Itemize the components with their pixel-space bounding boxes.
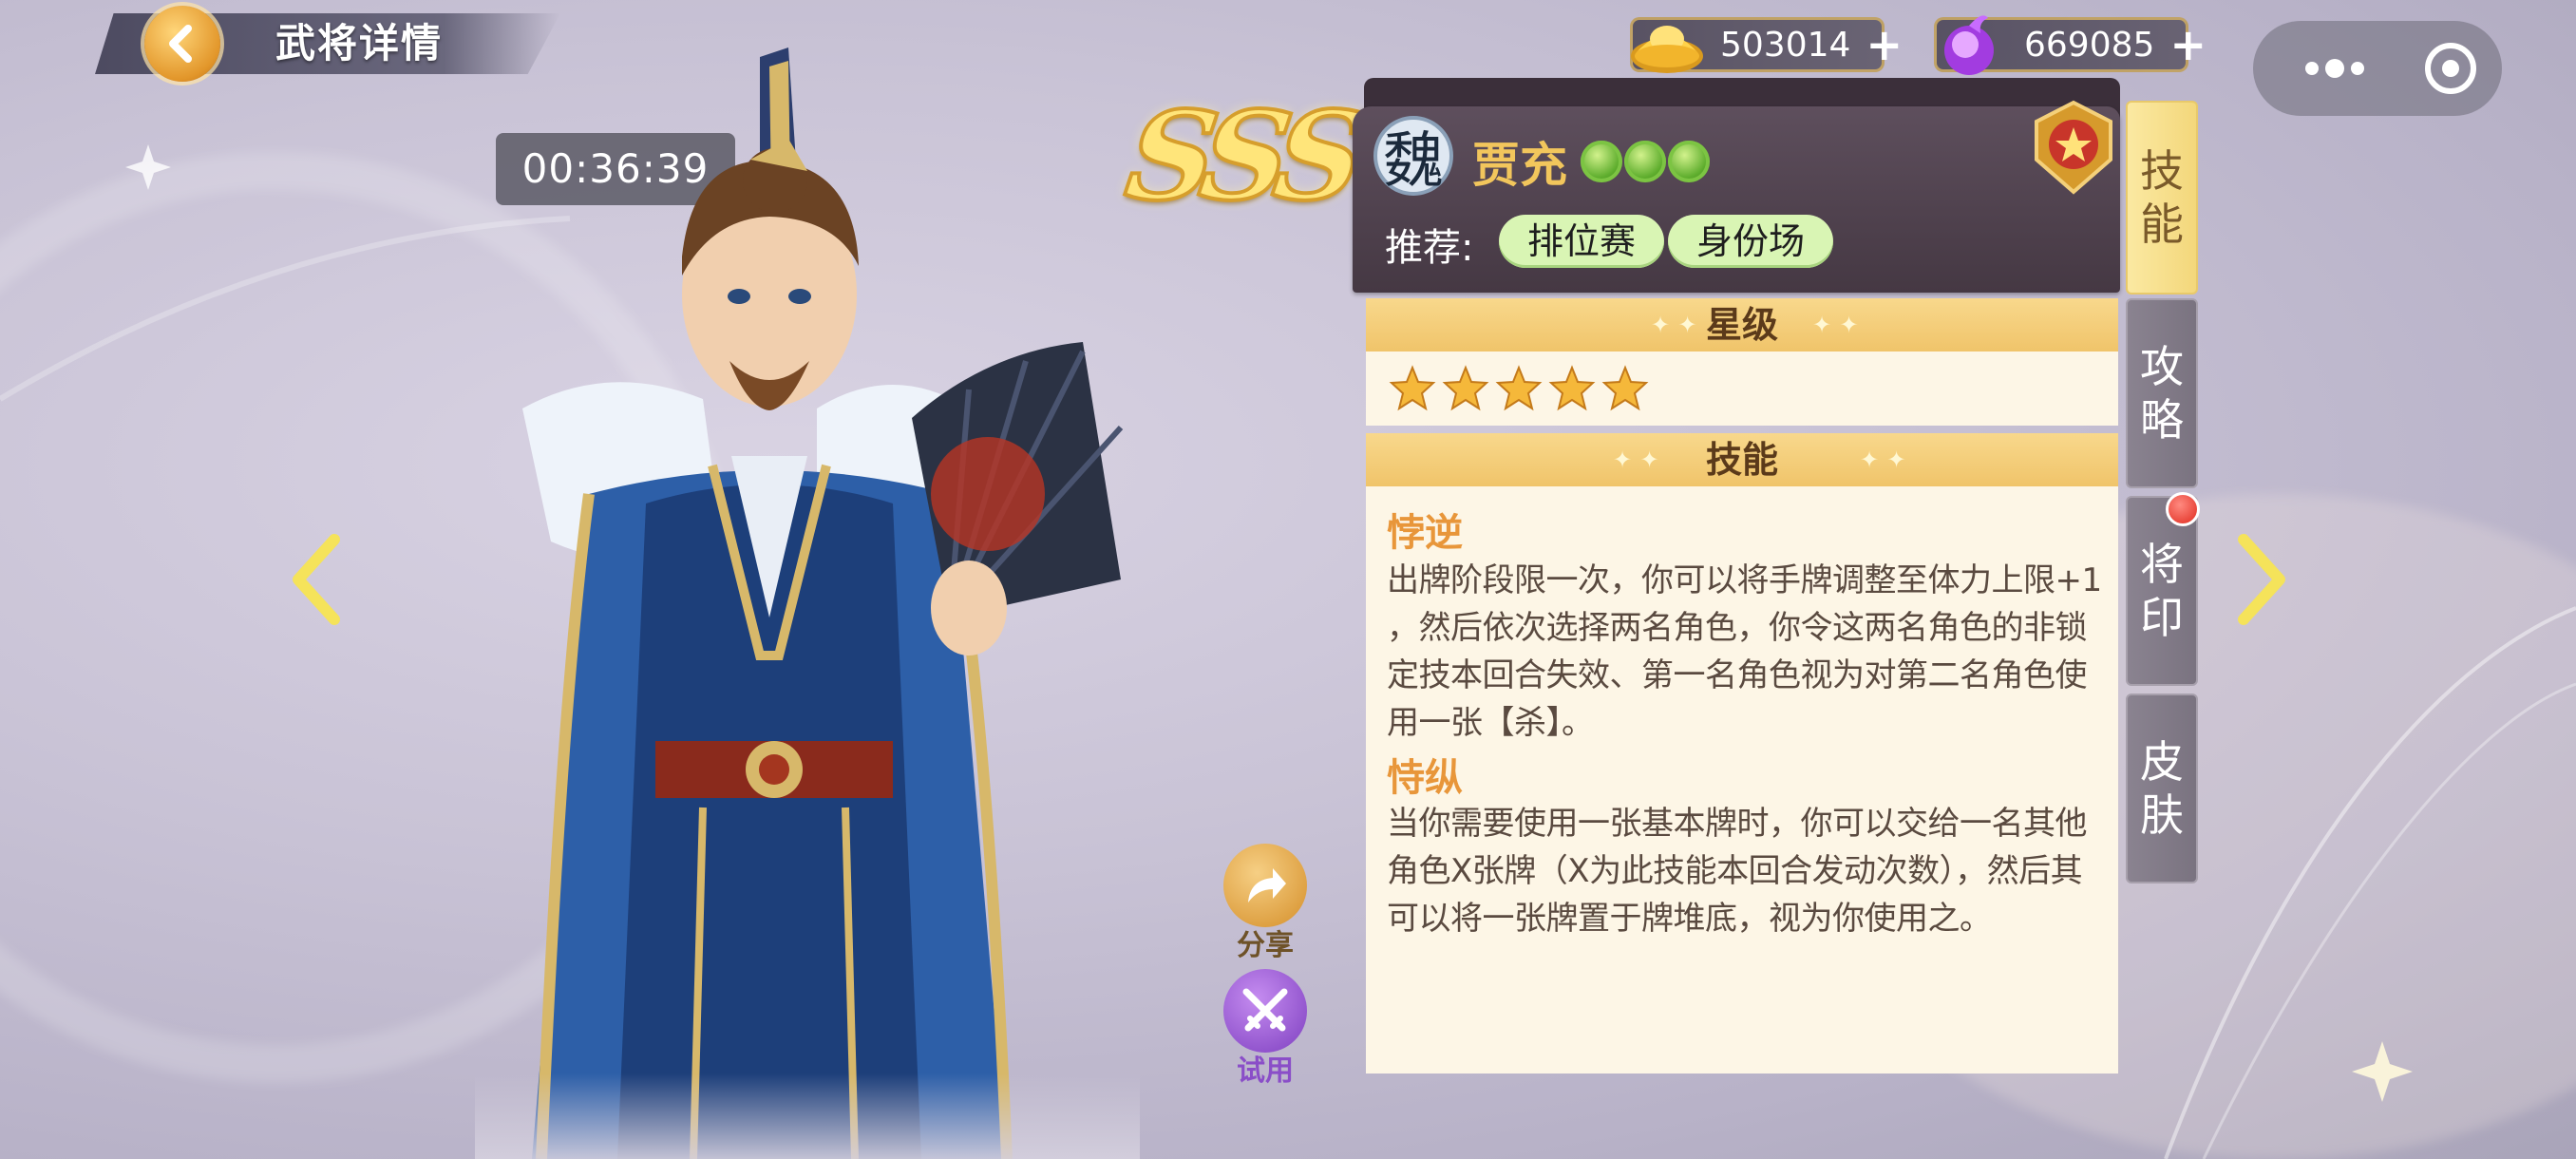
star-icon <box>1548 365 1596 411</box>
medal-icon <box>2035 100 2112 195</box>
star-icon <box>1442 365 1489 411</box>
gold-amount: 503014 <box>1720 25 1851 65</box>
skill-desc-line: 当你需要使用一张基本牌时，你可以交给一名其他 <box>1387 805 2088 843</box>
recommend-tag-identity[interactable]: 身份场 <box>1668 215 1834 268</box>
close-target-icon[interactable] <box>2422 40 2479 97</box>
skill-desc-line: 角色X张牌（X为此技能本回合发动次数），然后其 <box>1387 852 2083 890</box>
share-arrow-icon <box>1248 868 1286 902</box>
notification-dot <box>2166 492 2200 526</box>
recommend-label: 推荐: <box>1385 226 1474 270</box>
skill-name: 恃纵 <box>1387 756 1463 800</box>
add-gold-button[interactable]: + <box>1866 23 1903 66</box>
star-icon <box>1495 365 1543 411</box>
rank-badge: SSS <box>1116 84 1364 230</box>
crossed-swords-icon <box>1242 988 1288 1032</box>
star-icon <box>1389 365 1436 411</box>
skill-desc-line: 可以将一张牌置于牌堆底，视为你使用之。 <box>1387 900 1992 938</box>
skill-description: 当你需要使用一张基本牌时，你可以交给一名其他 角色X张牌（X为此技能本回合发动次… <box>1387 800 2109 942</box>
skills-section-header: ✦ ✦ 技能 ✦ ✦ <box>1366 433 2118 486</box>
general-name: 贾充 <box>1472 138 1567 193</box>
gem-amount: 669085 <box>2024 25 2155 65</box>
share-button[interactable]: 分享 <box>1220 844 1311 963</box>
back-arrow-icon <box>169 25 192 63</box>
kingdom-char: 魏 <box>1383 126 1444 197</box>
more-icon[interactable] <box>2302 53 2369 84</box>
star-icon <box>1601 365 1649 411</box>
tab-strategy[interactable]: 攻 略 <box>2126 298 2198 488</box>
skills-section-title: 技能 <box>1705 439 1778 481</box>
gold-currency: 503014 + <box>1630 17 1903 73</box>
trial-button[interactable]: 试用 <box>1220 969 1311 1089</box>
gold-ingot-icon <box>1631 26 1703 73</box>
skill-name: 悖逆 <box>1387 511 1463 555</box>
star-section-header: ✦ ✦ 星级 ✦ ✦ <box>1366 298 2118 352</box>
share-label: 分享 <box>1237 929 1294 962</box>
gem-currency: 669085 + <box>1934 15 2207 75</box>
skill-description: 出牌阶段限一次，你可以将手牌调整至体力上限+1 ，然后依次选择两名角色，你令这两… <box>1387 557 2109 747</box>
share-circle <box>1223 844 1307 927</box>
purple-orb-icon <box>1944 15 1994 75</box>
tab-skills[interactable]: 技 能 <box>2126 101 2198 294</box>
page-title: 武将详情 <box>275 20 444 66</box>
add-gem-button[interactable]: + <box>2169 23 2207 66</box>
tab-char: 肤 <box>2140 789 2184 841</box>
game-screen: 武将详情 503014 + 669085 + 00:36:39 分享 试用 SS… <box>0 0 2576 1159</box>
tab-char: 皮 <box>2140 736 2184 788</box>
next-general-arrow-icon[interactable] <box>2234 532 2291 627</box>
green-gem-icon <box>1581 141 1622 182</box>
green-gem-icon <box>1668 141 1710 182</box>
skill-desc-line: 定技本回合失效、第一名角色视为对第二名角色使 <box>1387 656 2088 694</box>
tab-char: 技 <box>2140 145 2184 197</box>
tab-char: 能 <box>2140 199 2184 250</box>
trial-label: 试用 <box>1237 1054 1294 1088</box>
kingdom-badge: 魏 <box>1372 106 1455 205</box>
tab-char: 将 <box>2140 539 2184 590</box>
general-portrait <box>475 48 1140 1159</box>
skill-desc-line: 出牌阶段限一次，你可以将手牌调整至体力上限+1 <box>1387 561 2102 599</box>
back-button[interactable] <box>144 6 220 82</box>
green-gem-icon <box>1624 141 1666 182</box>
star-section-title: 星级 <box>1705 304 1778 346</box>
skill-desc-line: 用一张【杀】。 <box>1387 704 1594 742</box>
tab-char: 攻 <box>2140 341 2184 392</box>
miniprogram-capsule <box>2253 21 2502 116</box>
recommend-tag-ranked[interactable]: 排位赛 <box>1499 215 1665 268</box>
prev-general-arrow-icon[interactable] <box>287 532 344 627</box>
tab-skin[interactable]: 皮 肤 <box>2126 694 2198 884</box>
trial-circle <box>1223 969 1307 1053</box>
skill-desc-line: ，然后依次选择两名角色，你令这两名角色的非锁 <box>1387 609 2088 647</box>
tab-char: 略 <box>2140 394 2184 446</box>
tab-char: 印 <box>2140 592 2184 643</box>
